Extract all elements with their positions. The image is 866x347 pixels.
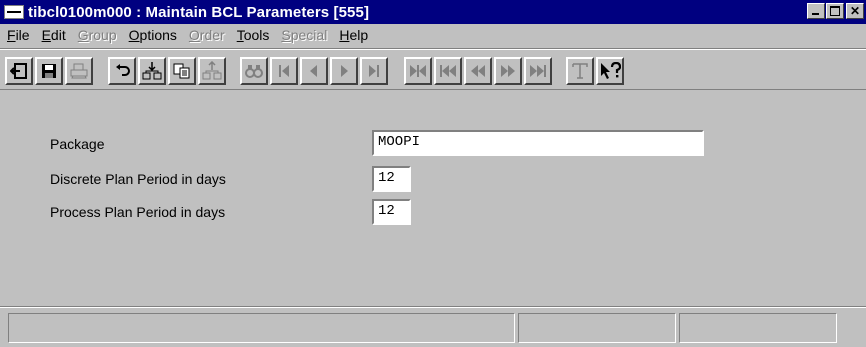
menu-edit[interactable]: Edit	[36, 27, 72, 43]
close-button[interactable]: ✕	[846, 3, 864, 19]
status-pane-right	[679, 313, 837, 343]
package-label: Package	[50, 136, 105, 152]
find-button[interactable]	[240, 57, 268, 85]
exit-icon	[10, 63, 27, 79]
maximize-button[interactable]	[826, 3, 844, 19]
last-record-icon	[369, 65, 379, 77]
window-controls: ✕	[806, 3, 864, 19]
previous-record-icon	[310, 65, 317, 77]
process-plan-period-label: Process Plan Period in days	[50, 204, 226, 220]
first-set-icon	[410, 65, 426, 77]
context-help-icon	[601, 62, 621, 79]
last-set-button[interactable]	[524, 57, 552, 85]
copy-record-button[interactable]	[168, 57, 196, 85]
toolbar	[0, 48, 866, 90]
status-pane-middle	[518, 313, 676, 343]
save-button[interactable]	[35, 57, 63, 85]
window-title: tibcl0100m000 : Maintain BCL Parameters …	[28, 3, 370, 21]
find-icon	[245, 65, 263, 78]
menu-tools[interactable]: Tools	[231, 27, 276, 43]
print-icon	[70, 63, 88, 79]
menu-order[interactable]: Order	[183, 27, 231, 43]
first-record-button[interactable]	[270, 57, 298, 85]
context-help-button[interactable]	[596, 57, 624, 85]
last-record-button[interactable]	[360, 57, 388, 85]
fast-forward-button[interactable]	[494, 57, 522, 85]
exit-button[interactable]	[5, 57, 33, 85]
previous-record-button[interactable]	[300, 57, 328, 85]
copy-record-icon	[173, 63, 190, 79]
fast-forward-icon	[501, 65, 515, 77]
menu-special[interactable]: Special	[275, 27, 333, 43]
undo-icon	[116, 64, 130, 76]
insert-record-icon	[142, 62, 162, 80]
rewind-icon	[471, 65, 485, 77]
next-record-button[interactable]	[330, 57, 358, 85]
first-record-icon	[279, 65, 289, 77]
menu-group[interactable]: Group	[72, 27, 123, 43]
delete-record-button[interactable]	[198, 57, 226, 85]
text-button[interactable]	[566, 57, 594, 85]
minimize-button[interactable]	[807, 3, 825, 19]
first-set-button[interactable]	[404, 57, 432, 85]
discrete-plan-period-label: Discrete Plan Period in days	[50, 171, 226, 187]
last-set-icon	[530, 65, 546, 77]
delete-record-icon	[202, 61, 222, 80]
save-icon	[42, 64, 56, 78]
print-button[interactable]	[65, 57, 93, 85]
form-area: Package MOOPI Discrete Plan Period in da…	[0, 92, 866, 310]
next-record-icon	[341, 65, 348, 77]
previous-set-icon	[440, 65, 456, 77]
insert-record-button[interactable]	[138, 57, 166, 85]
menu-help[interactable]: Help	[333, 27, 374, 43]
package-field[interactable]: MOOPI	[372, 130, 704, 156]
discrete-plan-period-field[interactable]: 12	[372, 166, 411, 192]
title-bar[interactable]: tibcl0100m000 : Maintain BCL Parameters …	[0, 0, 866, 24]
status-pane-main	[8, 313, 515, 343]
process-plan-period-field[interactable]: 12	[372, 199, 411, 225]
baan-app-icon[interactable]	[4, 5, 24, 19]
status-separator	[0, 306, 866, 308]
menu-bar: File Edit Group Options Order Tools Spec…	[0, 24, 866, 46]
previous-set-button[interactable]	[434, 57, 462, 85]
text-icon	[572, 63, 588, 79]
rewind-button[interactable]	[464, 57, 492, 85]
menu-file[interactable]: File	[0, 27, 36, 43]
undo-button[interactable]	[108, 57, 136, 85]
menu-options[interactable]: Options	[123, 27, 183, 43]
